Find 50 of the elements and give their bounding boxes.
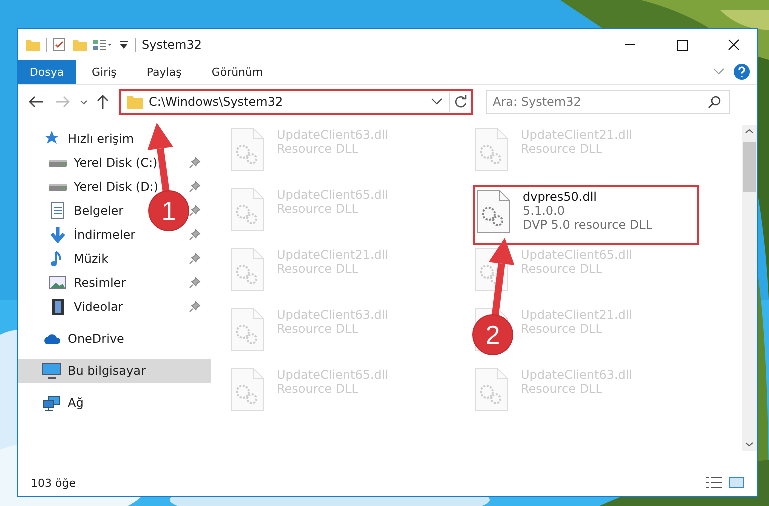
sidebar-item[interactable]: Hızlı erişim bbox=[42, 127, 134, 151]
drive-icon bbox=[48, 160, 68, 166]
pin-icon[interactable] bbox=[189, 253, 201, 265]
item-count: 103 öğe bbox=[31, 476, 76, 490]
gear-file-icon bbox=[231, 188, 265, 232]
folder-icon bbox=[127, 95, 143, 109]
gear-file-icon bbox=[231, 128, 265, 172]
view-list-icon[interactable] bbox=[93, 38, 113, 50]
drive-icon bbox=[48, 184, 68, 190]
pin-icon[interactable] bbox=[189, 181, 201, 193]
sidebar-item[interactable]: İndirmeler bbox=[48, 223, 136, 247]
down-arrow-icon bbox=[48, 225, 68, 245]
file-detail: DVP 5.0 resource DLL bbox=[523, 218, 653, 232]
gear-file-icon bbox=[477, 190, 511, 234]
file-detail: 5.1.0.0 bbox=[523, 204, 565, 218]
monitor-icon bbox=[42, 361, 62, 381]
sidebar-item[interactable]: Müzik bbox=[48, 247, 109, 271]
pin-icon[interactable] bbox=[189, 301, 201, 313]
sidebar-item[interactable]: Resimler bbox=[48, 271, 126, 295]
ribbon-tab[interactable]: Görünüm bbox=[198, 60, 278, 84]
pin-icon[interactable] bbox=[189, 205, 201, 217]
customize-dropdown-icon[interactable] bbox=[119, 40, 129, 50]
details-view-icon[interactable] bbox=[705, 476, 723, 490]
pin-icon[interactable] bbox=[189, 157, 201, 169]
step-badge: 2 bbox=[472, 314, 514, 356]
file-name[interactable]: dvpres50.dll bbox=[523, 190, 598, 204]
help-icon[interactable] bbox=[733, 63, 751, 81]
expand-ribbon-icon[interactable] bbox=[713, 67, 725, 77]
large-icons-view-icon[interactable] bbox=[729, 476, 745, 490]
dropdown-icon[interactable] bbox=[431, 97, 443, 107]
address-bar[interactable]: C:\Windows\System32 bbox=[119, 89, 473, 115]
search-field[interactable]: Ara: System32 bbox=[486, 90, 730, 114]
pin-icon[interactable] bbox=[189, 277, 201, 289]
search-icon[interactable] bbox=[708, 95, 722, 109]
sidebar-item[interactable]: Belgeler bbox=[48, 199, 124, 223]
pin-icon[interactable] bbox=[189, 229, 201, 241]
sidebar-item[interactable]: Yerel Disk (C:) bbox=[48, 151, 158, 175]
window-title: System32 bbox=[142, 38, 202, 52]
gear-file-icon bbox=[231, 248, 265, 292]
gear-file-icon bbox=[231, 308, 265, 352]
file-menu-button[interactable]: Dosya bbox=[18, 60, 76, 84]
gear-file-icon bbox=[231, 368, 265, 412]
sidebar-item[interactable]: OneDrive bbox=[42, 327, 124, 351]
gear-file-icon bbox=[475, 128, 509, 172]
scrollbar[interactable] bbox=[742, 125, 757, 451]
ribbon-tab[interactable]: Giriş bbox=[78, 60, 131, 84]
sidebar-item[interactable]: Ağ bbox=[42, 391, 84, 415]
gear-file-icon bbox=[475, 368, 509, 412]
sidebar-item[interactable]: Videolar bbox=[48, 295, 124, 319]
ribbon-tab[interactable]: Paylaş bbox=[132, 60, 196, 84]
